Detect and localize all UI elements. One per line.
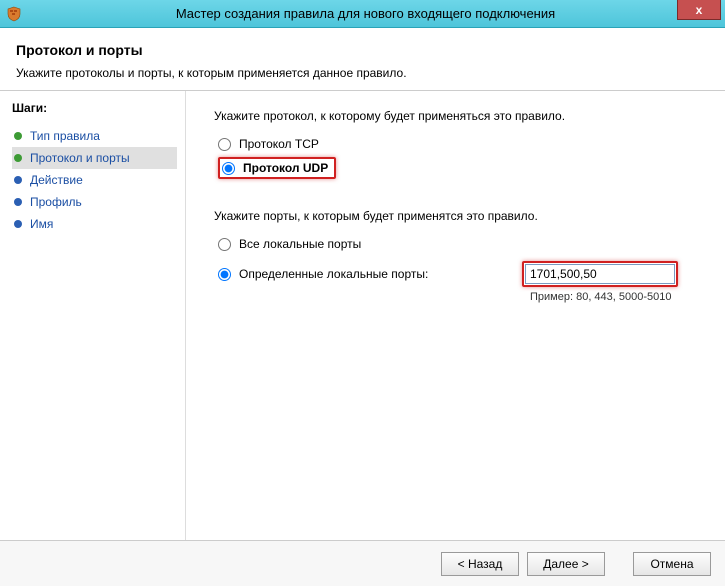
protocol-tcp-option[interactable]: Протокол TCP <box>218 137 703 151</box>
back-button[interactable]: < Назад <box>441 552 519 576</box>
all-ports-label: Все локальные порты <box>239 237 361 251</box>
wizard-footer: < Назад Далее > Отмена <box>0 540 725 586</box>
step-protocol-ports[interactable]: Протокол и порты <box>12 147 177 169</box>
specific-ports-label: Определенные локальные порты: <box>239 267 428 281</box>
all-ports-radio[interactable] <box>218 238 231 251</box>
steps-sidebar: Шаги: Тип правила Протокол и порты Дейст… <box>0 91 186 540</box>
close-icon: x <box>696 3 703 17</box>
close-button[interactable]: x <box>677 0 721 20</box>
bullet-icon <box>14 198 22 206</box>
page-title: Протокол и порты <box>16 42 709 58</box>
next-button[interactable]: Далее > <box>527 552 605 576</box>
step-action[interactable]: Действие <box>12 169 177 191</box>
bullet-icon <box>14 132 22 140</box>
step-label: Протокол и порты <box>30 151 130 165</box>
protocol-udp-radio[interactable] <box>222 162 235 175</box>
steps-heading: Шаги: <box>12 101 177 115</box>
step-label: Имя <box>30 217 53 231</box>
specific-ports-radio[interactable] <box>218 268 231 281</box>
title-bar: Мастер создания правила для нового входя… <box>0 0 725 28</box>
step-label: Тип правила <box>30 129 100 143</box>
wizard-content: Укажите протокол, к которому будет приме… <box>186 91 725 540</box>
udp-highlight: Протокол UDP <box>218 157 336 179</box>
protocol-udp-option[interactable]: Протокол UDP <box>218 157 703 179</box>
bullet-icon <box>14 176 22 184</box>
window-title: Мастер создания правила для нового входя… <box>6 6 725 21</box>
port-input-highlight <box>522 261 678 287</box>
port-input[interactable] <box>525 264 675 284</box>
all-ports-option[interactable]: Все локальные порты <box>218 237 703 251</box>
protocol-tcp-radio[interactable] <box>218 138 231 151</box>
cancel-button[interactable]: Отмена <box>633 552 711 576</box>
step-profile[interactable]: Профиль <box>12 191 177 213</box>
step-label: Действие <box>30 173 83 187</box>
bullet-icon <box>14 220 22 228</box>
protocol-tcp-label: Протокол TCP <box>239 137 319 151</box>
bullet-icon <box>14 154 22 162</box>
step-name[interactable]: Имя <box>12 213 177 235</box>
step-rule-type[interactable]: Тип правила <box>12 125 177 147</box>
ports-instruction: Укажите порты, к которым будет применятс… <box>214 209 703 223</box>
page-subtitle: Укажите протоколы и порты, к которым при… <box>16 66 709 80</box>
port-example-text: Пример: 80, 443, 5000-5010 <box>530 291 703 303</box>
protocol-instruction: Укажите протокол, к которому будет приме… <box>214 109 703 123</box>
step-label: Профиль <box>30 195 82 209</box>
wizard-header: Протокол и порты Укажите протоколы и пор… <box>0 28 725 91</box>
specific-ports-option[interactable]: Определенные локальные порты: <box>214 261 703 287</box>
protocol-udp-label: Протокол UDP <box>243 161 328 175</box>
